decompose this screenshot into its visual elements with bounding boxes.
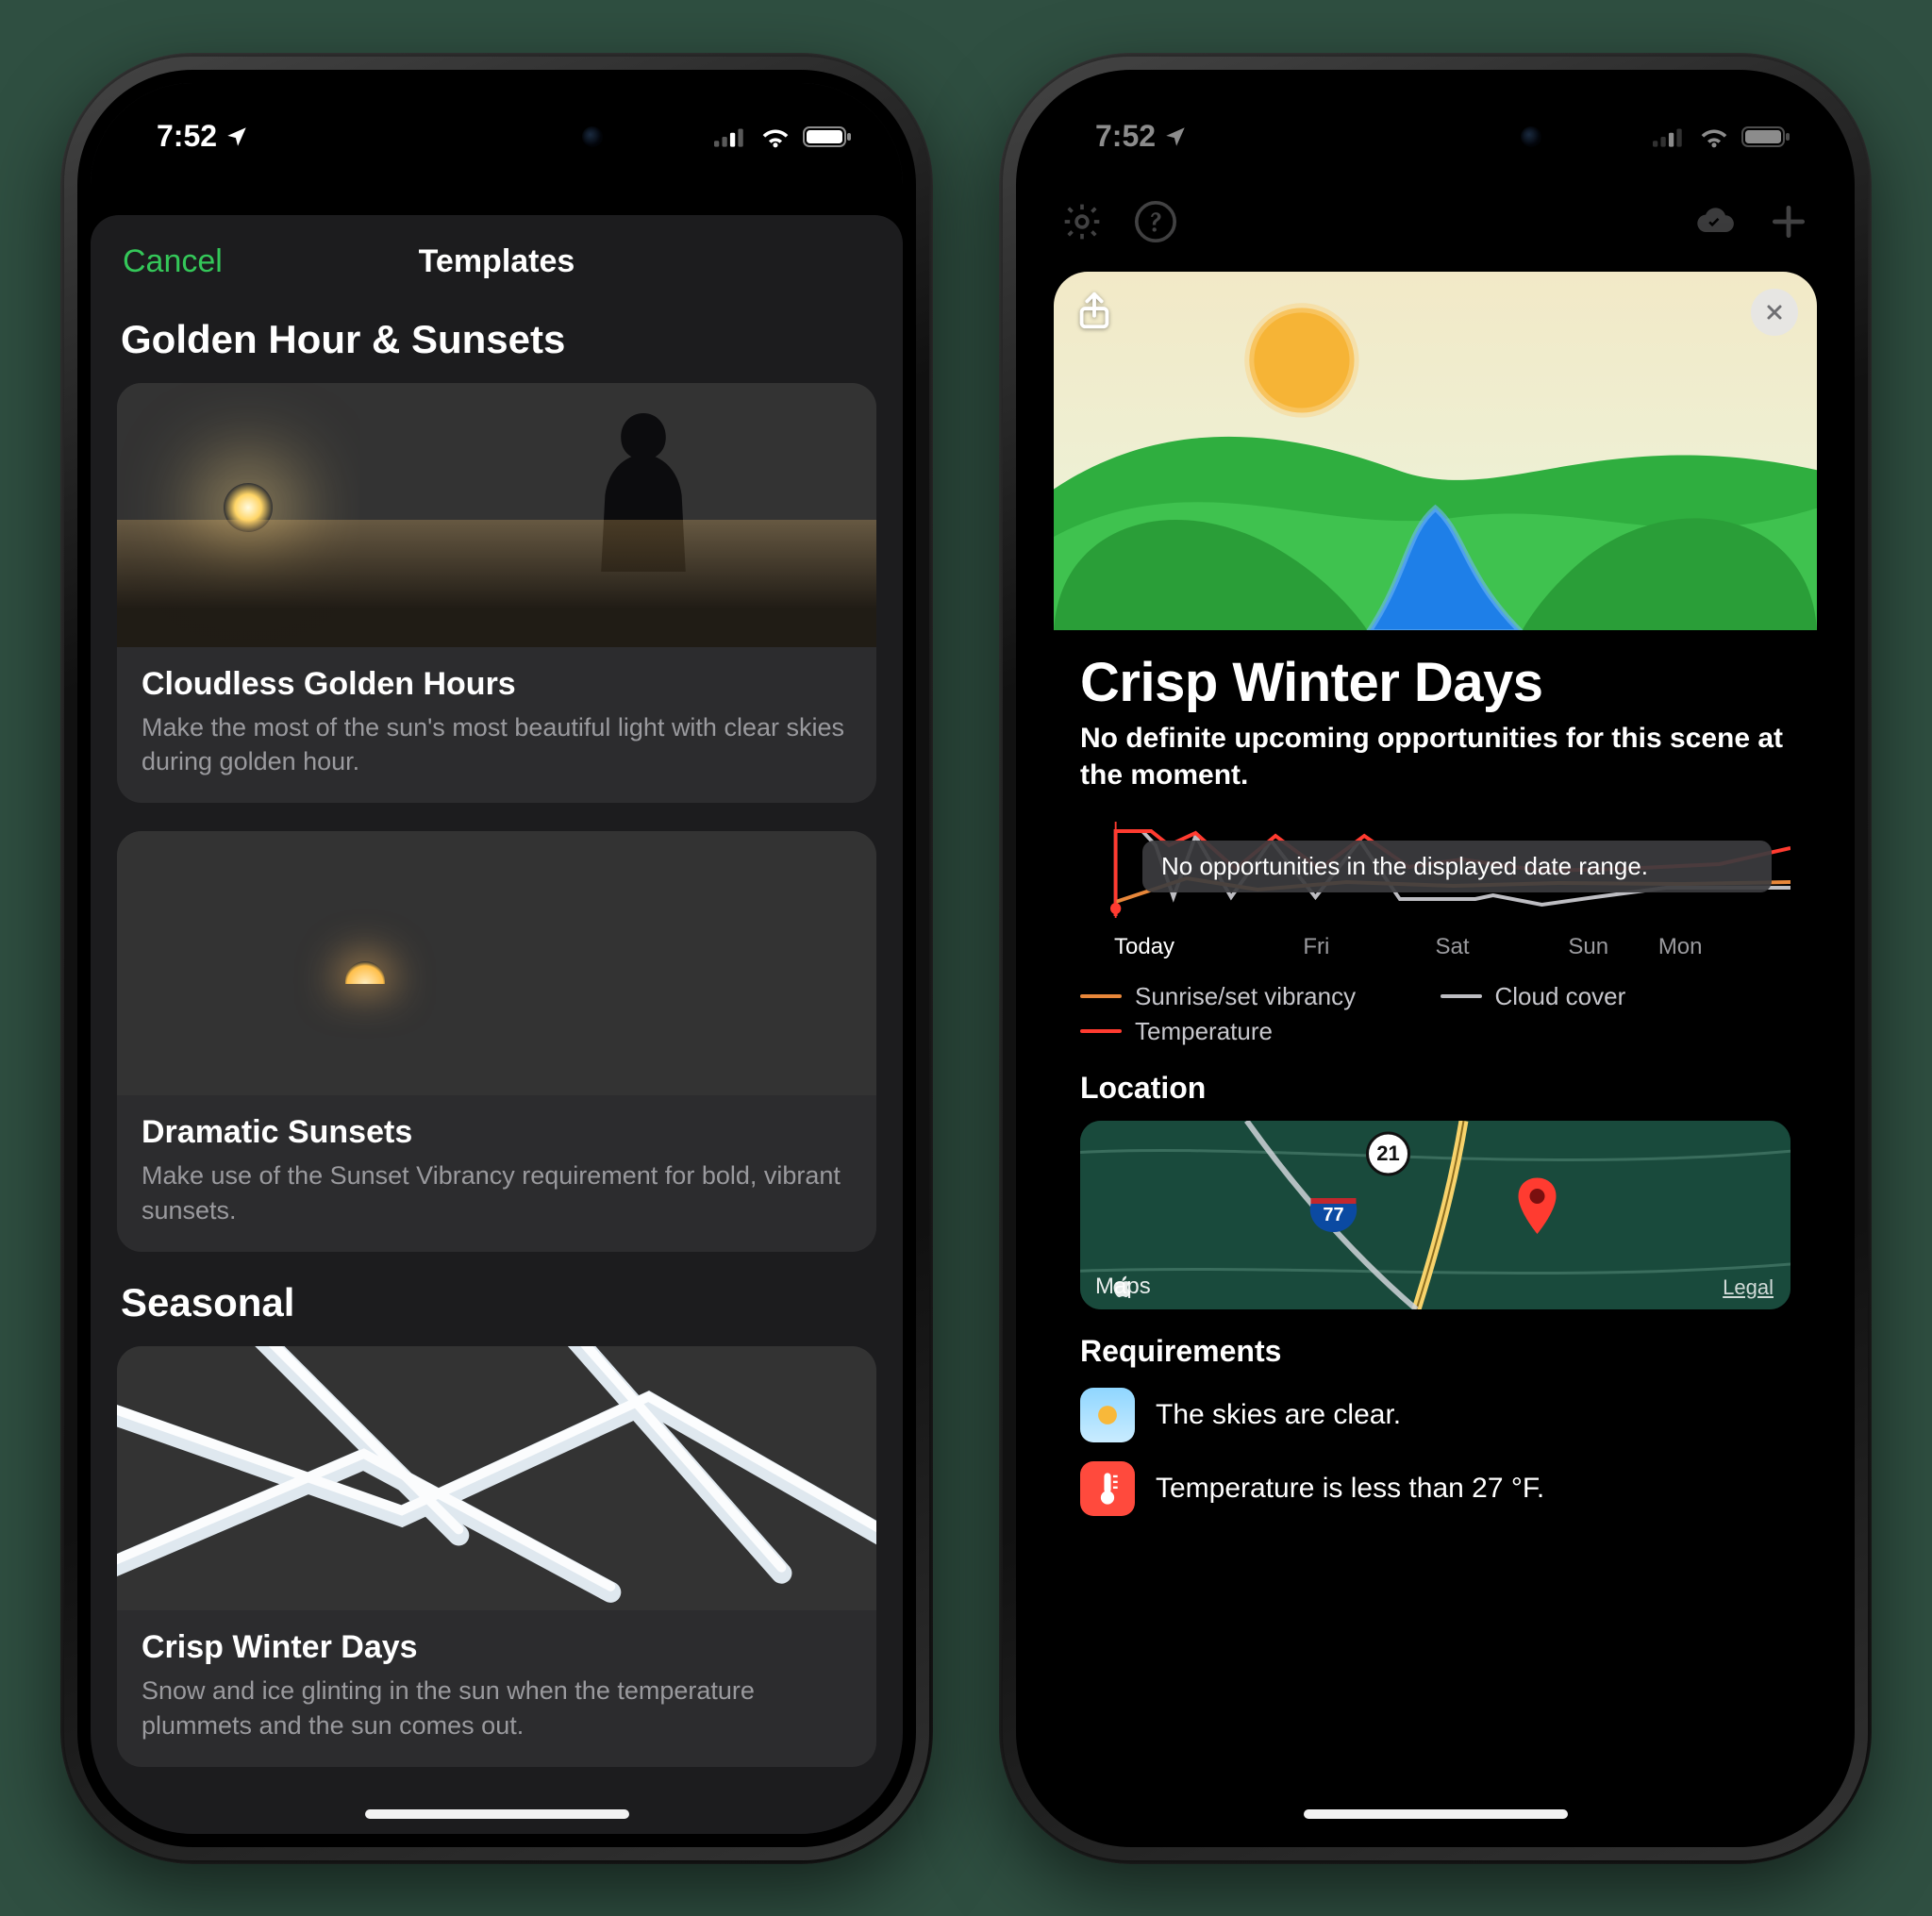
scene-hero bbox=[1054, 272, 1817, 630]
template-image-crisp-winter bbox=[117, 1346, 876, 1610]
location-icon bbox=[1163, 125, 1188, 149]
battery-icon bbox=[803, 125, 852, 148]
requirements-header: Requirements bbox=[1080, 1334, 1790, 1369]
requirement-text: The skies are clear. bbox=[1156, 1399, 1401, 1431]
battery-icon bbox=[1741, 125, 1790, 148]
location-map[interactable]: 21 77 bbox=[1080, 1121, 1790, 1309]
dynamic-island bbox=[375, 106, 620, 168]
chart-legend: Sunrise/set vibrancy Cloud cover Tempera… bbox=[1080, 982, 1790, 1046]
scene-detail-card: Crisp Winter Days No definite upcoming o… bbox=[1054, 272, 1817, 1834]
dynamic-island bbox=[1313, 106, 1558, 168]
scene-title: Crisp Winter Days bbox=[1080, 651, 1790, 714]
svg-text:21: 21 bbox=[1376, 1141, 1399, 1165]
opportunity-chart[interactable]: No opportunities in the displayed date r… bbox=[1080, 812, 1790, 963]
template-title: Crisp Winter Days bbox=[142, 1629, 852, 1666]
status-time: 7:52 bbox=[1095, 119, 1156, 154]
template-title: Cloudless Golden Hours bbox=[142, 666, 852, 703]
template-title: Dramatic Sunsets bbox=[142, 1114, 852, 1151]
nav-bar: Cancel Templates bbox=[91, 215, 903, 309]
requirement-text: Temperature is less than 27 °F. bbox=[1156, 1473, 1544, 1505]
templates-sheet: Cancel Templates Golden Hour & Sunsets bbox=[91, 215, 903, 1834]
template-image-golden-hours bbox=[117, 383, 876, 647]
template-desc: Make use of the Sunset Vibrancy requirem… bbox=[142, 1158, 852, 1227]
gear-icon[interactable] bbox=[1061, 201, 1103, 242]
app-toolbar-behind bbox=[1029, 185, 1841, 258]
template-card[interactable]: Dramatic Sunsets Make use of the Sunset … bbox=[117, 831, 876, 1252]
maps-legal-link[interactable]: Legal bbox=[1723, 1275, 1774, 1300]
home-indicator[interactable] bbox=[365, 1809, 629, 1819]
template-card[interactable]: Cloudless Golden Hours Make the most of … bbox=[117, 383, 876, 804]
help-icon[interactable] bbox=[1135, 201, 1176, 242]
plus-icon[interactable] bbox=[1768, 201, 1809, 242]
thermometer-icon bbox=[1080, 1461, 1135, 1516]
requirement-row: Temperature is less than 27 °F. bbox=[1080, 1461, 1790, 1516]
cloud-check-icon[interactable] bbox=[1694, 201, 1736, 242]
section-header-golden: Golden Hour & Sunsets bbox=[121, 317, 873, 362]
template-desc: Snow and ice glinting in the sun when th… bbox=[142, 1674, 852, 1742]
home-indicator[interactable] bbox=[1304, 1809, 1568, 1819]
share-icon[interactable] bbox=[1073, 289, 1116, 332]
phone-left: 7:52 Cancel Templates bbox=[60, 53, 933, 1864]
cell-signal-icon bbox=[1653, 125, 1687, 148]
wifi-icon bbox=[1698, 125, 1730, 148]
template-desc: Make the most of the sun's most beautifu… bbox=[142, 710, 852, 779]
maps-brand: Maps bbox=[1095, 1274, 1151, 1300]
chart-days: Today Fri Sat Sun Mon bbox=[1080, 934, 1790, 960]
location-header: Location bbox=[1080, 1071, 1790, 1106]
svg-text:77: 77 bbox=[1323, 1205, 1343, 1225]
section-header-seasonal: Seasonal bbox=[121, 1280, 873, 1325]
clear-skies-icon bbox=[1080, 1388, 1135, 1442]
template-card[interactable]: Crisp Winter Days Snow and ice glinting … bbox=[117, 1346, 876, 1767]
apple-icon bbox=[1095, 1274, 1151, 1300]
phone-right: 7:52 bbox=[999, 53, 1872, 1864]
chart-toast: No opportunities in the displayed date r… bbox=[1142, 841, 1772, 892]
wifi-icon bbox=[759, 125, 791, 148]
scene-subtitle: No definite upcoming opportunities for t… bbox=[1080, 720, 1790, 793]
requirement-row: The skies are clear. bbox=[1080, 1388, 1790, 1442]
close-icon[interactable] bbox=[1751, 289, 1798, 336]
cell-signal-icon bbox=[714, 125, 748, 148]
nav-title: Templates bbox=[419, 243, 575, 280]
cancel-button[interactable]: Cancel bbox=[123, 243, 223, 280]
template-image-dramatic-sunsets bbox=[117, 831, 876, 1095]
location-icon bbox=[225, 125, 249, 149]
status-time: 7:52 bbox=[157, 119, 217, 154]
